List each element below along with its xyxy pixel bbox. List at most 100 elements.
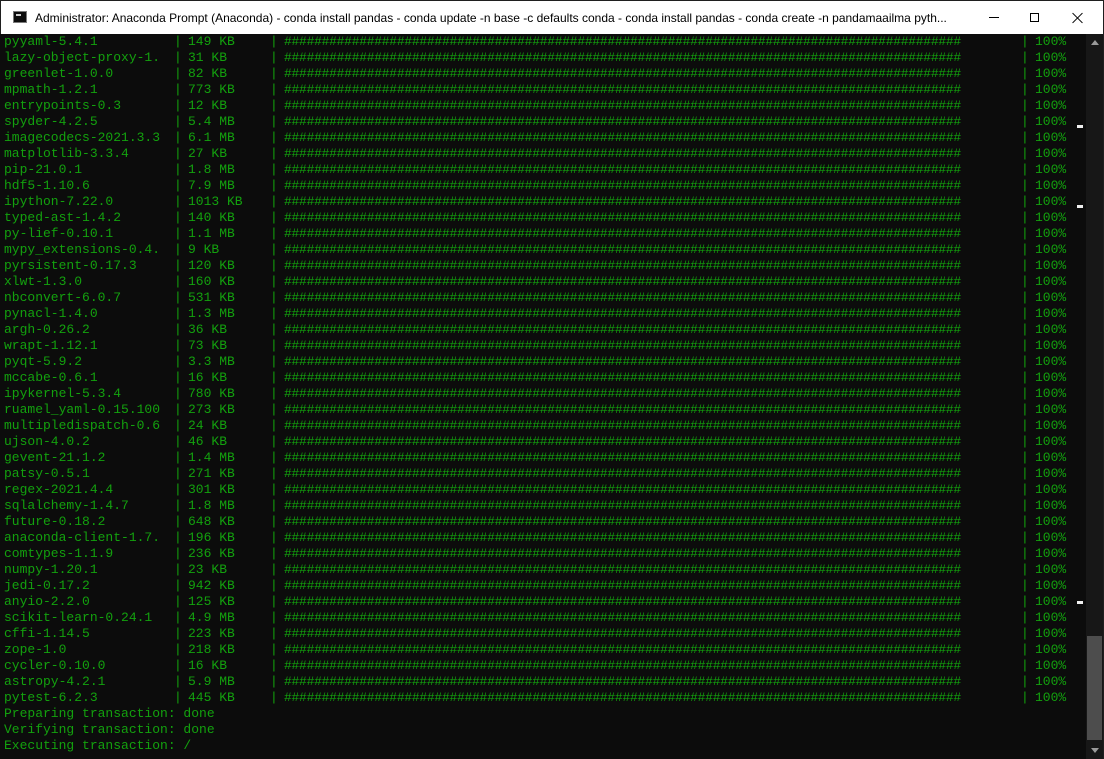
progress-percent: 100% <box>1035 66 1067 81</box>
column-separator: | <box>1021 610 1029 625</box>
progress-bar: ########################################… <box>284 82 961 97</box>
package-name: lazy-object-proxy-1. <box>4 50 161 65</box>
progress-bar: ########################################… <box>284 562 961 577</box>
package-name: cycler-0.10.0 <box>4 658 106 673</box>
column-separator: | <box>174 210 182 225</box>
minimize-icon <box>989 17 999 18</box>
package-name: imagecodecs-2021.3.3 <box>4 130 161 145</box>
progress-percent: 100% <box>1035 322 1067 337</box>
package-size: 196 KB <box>188 530 235 545</box>
progress-bar: ########################################… <box>284 130 961 145</box>
package-row: pyqt-5.9.2 | 3.3 MB | ######################… <box>0 354 1086 370</box>
column-separator: | <box>270 578 278 593</box>
column-separator: | <box>1021 386 1029 401</box>
package-row: spyder-4.2.5 | 5.4 MB | ####################… <box>0 114 1086 130</box>
column-separator: | <box>270 626 278 641</box>
vertical-scrollbar[interactable] <box>1086 34 1103 759</box>
progress-percent: 100% <box>1035 658 1067 673</box>
column-separator: | <box>174 610 182 625</box>
column-separator: | <box>174 114 182 129</box>
package-size: 236 KB <box>188 546 235 561</box>
column-separator: | <box>174 82 182 97</box>
package-row: cffi-1.14.5 | 223 KB | #####################… <box>0 626 1086 642</box>
progress-bar: ########################################… <box>284 626 961 641</box>
column-separator: | <box>270 514 278 529</box>
package-row: scikit-learn-0.24.1 | 4.9 MB | #############… <box>0 610 1086 626</box>
progress-percent: 100% <box>1035 226 1067 241</box>
column-separator: | <box>1021 306 1029 321</box>
package-size: 531 KB <box>188 290 235 305</box>
maximize-button[interactable] <box>1011 1 1057 34</box>
column-separator: | <box>270 482 278 497</box>
column-separator: | <box>270 674 278 689</box>
package-name: wrapt-1.12.1 <box>4 338 98 353</box>
scroll-down-button[interactable] <box>1086 742 1103 759</box>
package-size: 1.1 MB <box>188 226 235 241</box>
selection-marker <box>1077 601 1083 604</box>
package-name: hdf5-1.10.6 <box>4 178 90 193</box>
package-size: 73 KB <box>188 338 228 353</box>
column-separator: | <box>1021 626 1029 641</box>
column-separator: | <box>174 450 182 465</box>
column-separator: | <box>174 370 182 385</box>
progress-bar: ########################################… <box>284 338 961 353</box>
console-output[interactable]: pyyaml-5.4.1 | 149 KB | ####################… <box>0 34 1086 759</box>
package-name: patsy-0.5.1 <box>4 466 90 481</box>
progress-bar: ########################################… <box>284 66 961 81</box>
column-separator: | <box>174 50 182 65</box>
package-row: regex-2021.4.4 | 301 KB | ##################… <box>0 482 1086 498</box>
progress-percent: 100% <box>1035 578 1067 593</box>
package-row: lazy-object-proxy-1. | 31 KB | #############… <box>0 50 1086 66</box>
package-row: py-lief-0.10.1 | 1.1 MB | ##################… <box>0 226 1086 242</box>
column-separator: | <box>1021 322 1029 337</box>
progress-percent: 100% <box>1035 610 1067 625</box>
progress-percent: 100% <box>1035 530 1067 545</box>
chevron-down-icon <box>1090 748 1099 753</box>
package-name: cffi-1.14.5 <box>4 626 90 641</box>
progress-bar: ########################################… <box>284 290 961 305</box>
column-separator: | <box>1021 114 1029 129</box>
package-row: patsy-0.5.1 | 271 KB | #####################… <box>0 466 1086 482</box>
column-separator: | <box>174 322 182 337</box>
column-separator: | <box>1021 514 1029 529</box>
package-size: 5.9 MB <box>188 674 235 689</box>
column-separator: | <box>270 50 278 65</box>
package-row: pyrsistent-0.17.3 | 120 KB | ###############… <box>0 258 1086 274</box>
column-separator: | <box>174 642 182 657</box>
package-name: pyrsistent-0.17.3 <box>4 258 137 273</box>
package-size: 223 KB <box>188 626 235 641</box>
progress-percent: 100% <box>1035 626 1067 641</box>
column-separator: | <box>270 162 278 177</box>
progress-bar: ########################################… <box>284 210 961 225</box>
column-separator: | <box>1021 594 1029 609</box>
column-separator: | <box>174 242 182 257</box>
package-row: typed-ast-1.4.2 | 140 KB | #################… <box>0 210 1086 226</box>
package-size: 27 KB <box>188 146 228 161</box>
column-separator: | <box>174 674 182 689</box>
column-separator: | <box>1021 210 1029 225</box>
progress-percent: 100% <box>1035 674 1067 689</box>
scrollbar-thumb[interactable] <box>1087 636 1102 740</box>
progress-percent: 100% <box>1035 690 1067 705</box>
column-separator: | <box>1021 674 1029 689</box>
package-row: ruamel_yaml-0.15.100 | 273 KB | ############… <box>0 402 1086 418</box>
title-bar[interactable]: Administrator: Anaconda Prompt (Anaconda… <box>0 0 1104 34</box>
progress-percent: 100% <box>1035 82 1067 97</box>
column-separator: | <box>174 306 182 321</box>
package-size: 271 KB <box>188 466 235 481</box>
column-separator: | <box>174 530 182 545</box>
column-separator: | <box>174 402 182 417</box>
column-separator: | <box>1021 82 1029 97</box>
column-separator: | <box>1021 290 1029 305</box>
package-name: mccabe-0.6.1 <box>4 370 98 385</box>
package-name: matplotlib-3.3.4 <box>4 146 129 161</box>
package-row: anaconda-client-1.7. | 196 KB | ############… <box>0 530 1086 546</box>
package-row: astropy-4.2.1 | 5.9 MB | ###################… <box>0 674 1086 690</box>
package-row: wrapt-1.12.1 | 73 KB | #####################… <box>0 338 1086 354</box>
column-separator: | <box>270 562 278 577</box>
close-button[interactable] <box>1055 1 1101 34</box>
package-name: future-0.18.2 <box>4 514 106 529</box>
scroll-up-button[interactable] <box>1086 34 1103 51</box>
column-separator: | <box>1021 530 1029 545</box>
column-separator: | <box>270 418 278 433</box>
